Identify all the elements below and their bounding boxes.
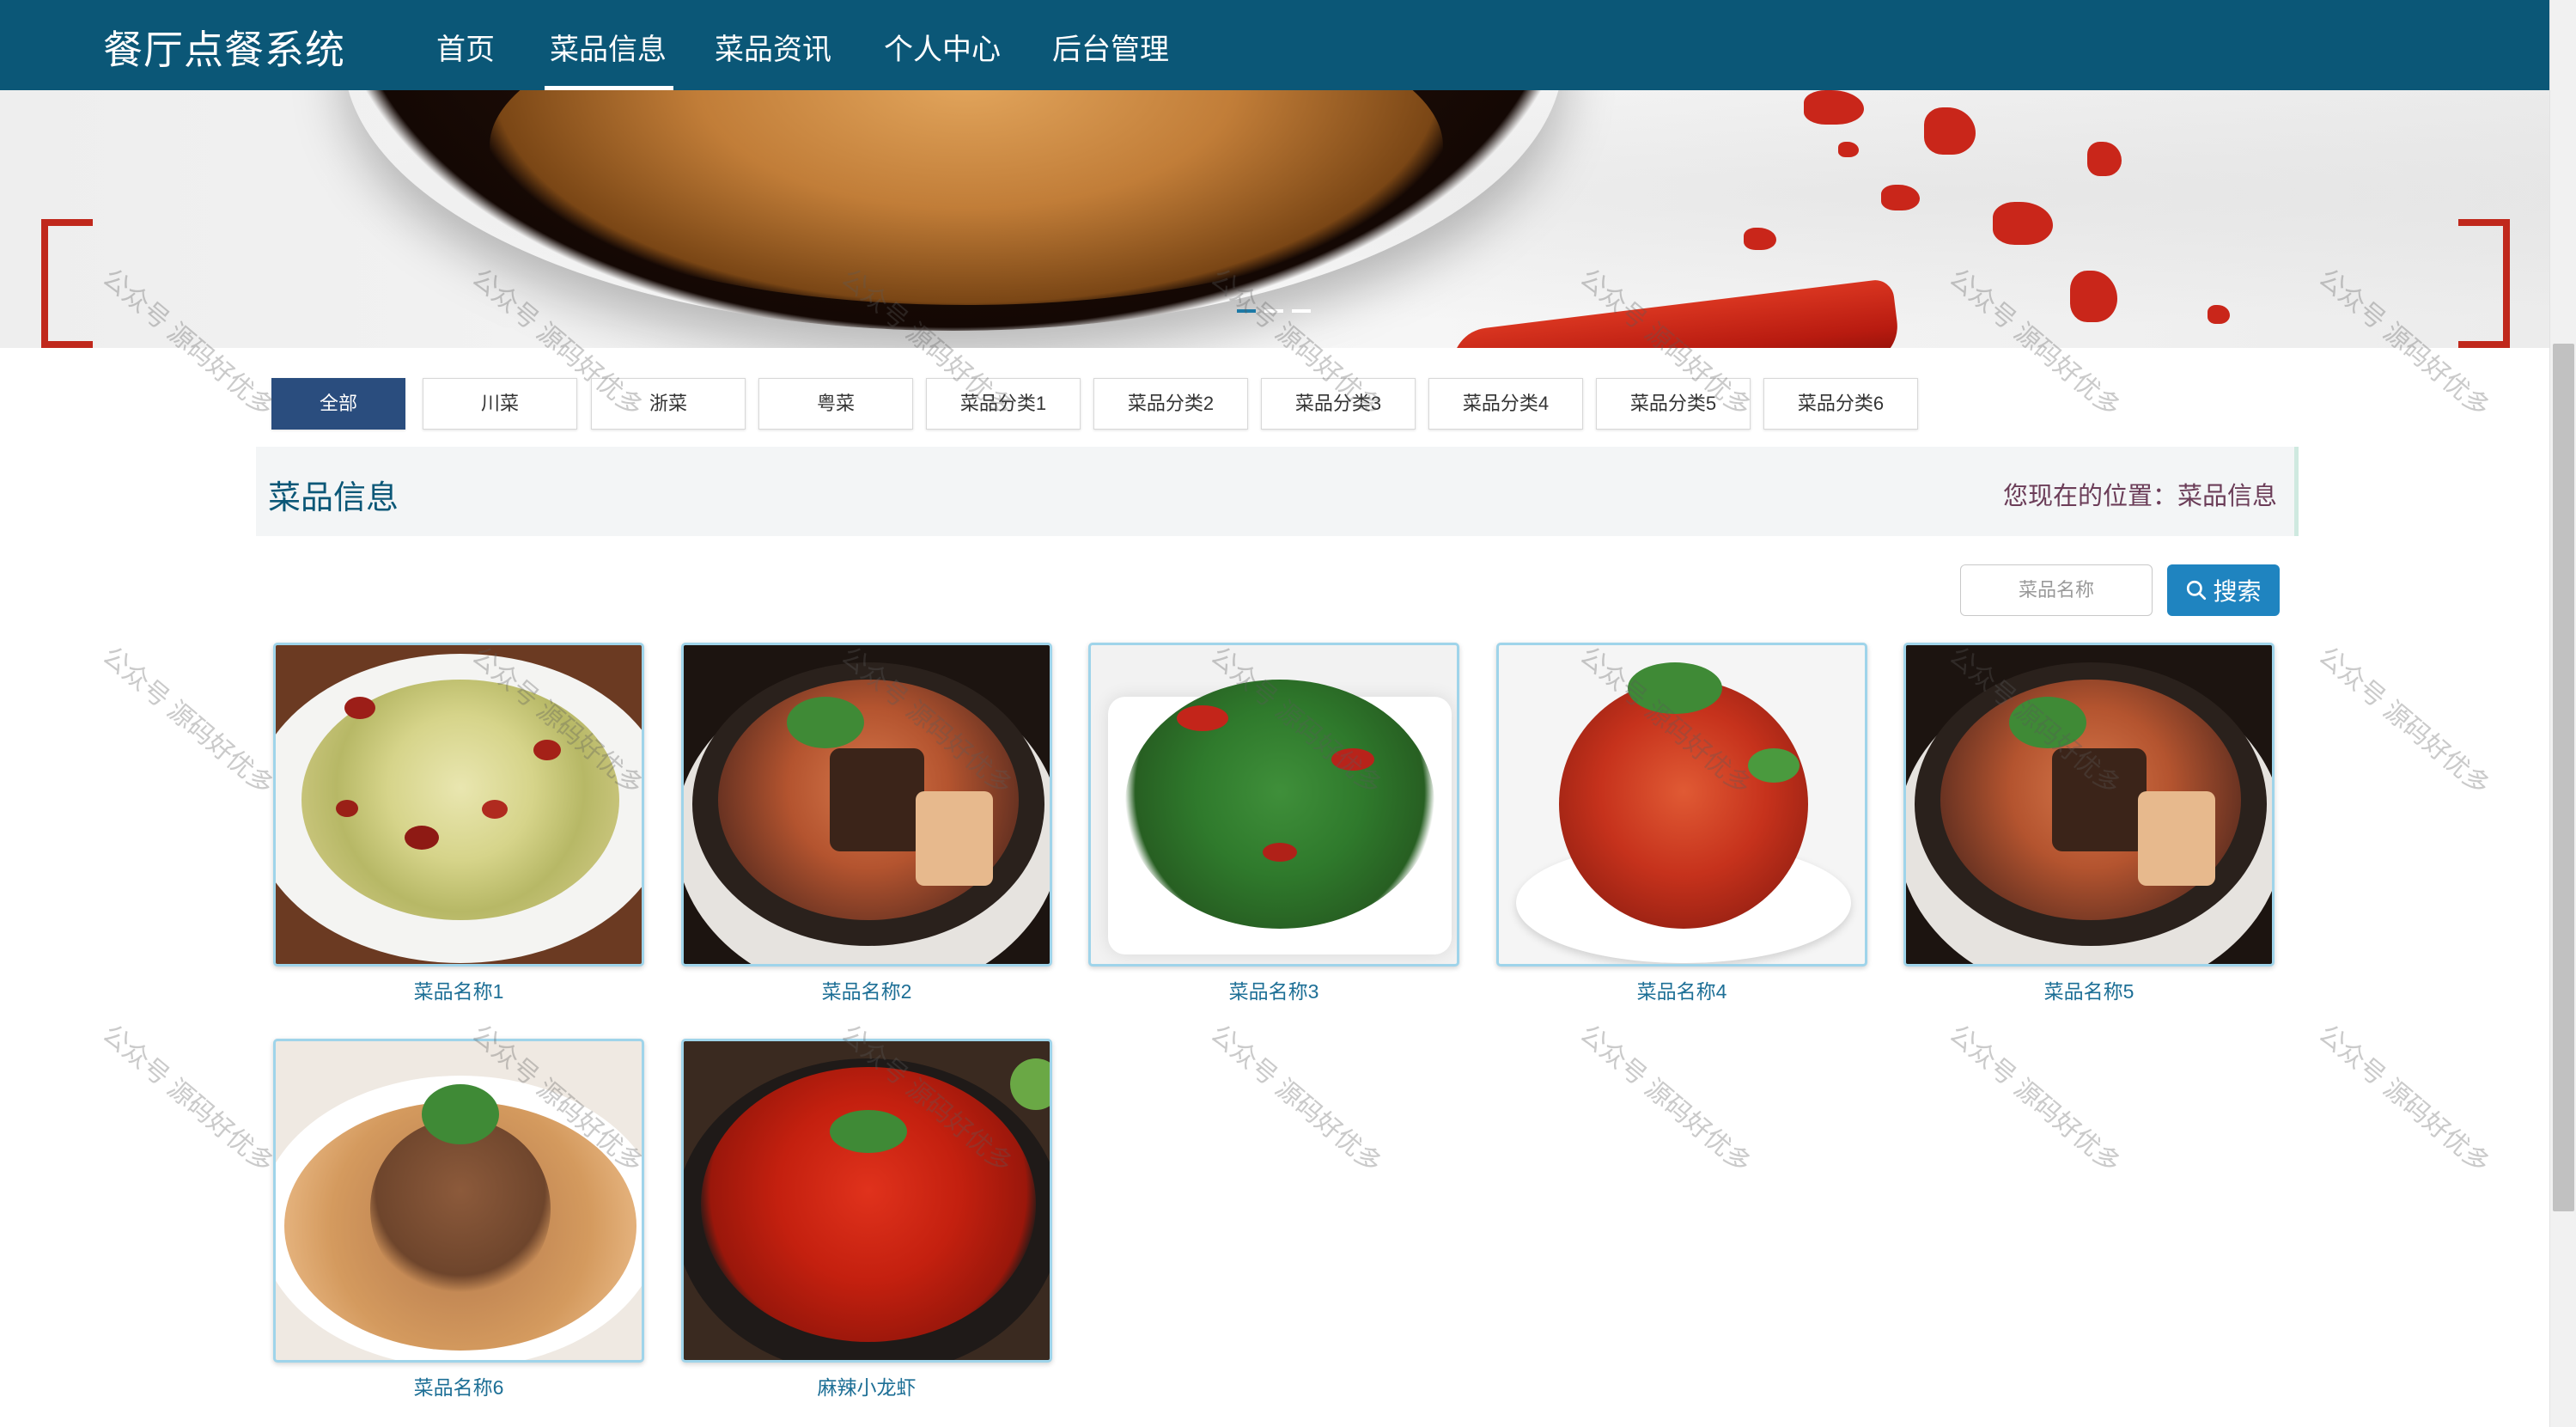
product-name[interactable]: 菜品名称2 <box>681 975 1052 1004</box>
product-image[interactable] <box>273 1039 644 1363</box>
chili-flake <box>2070 271 2117 322</box>
search-input[interactable] <box>1960 564 2153 616</box>
product-image[interactable] <box>1088 643 1459 967</box>
chili-flake <box>1838 142 1859 157</box>
chili-flake <box>2208 305 2230 324</box>
product-image[interactable] <box>1496 643 1867 967</box>
product-image[interactable] <box>1903 643 2275 967</box>
search-button-label: 搜索 <box>2213 578 2262 605</box>
chili-flake <box>1804 90 1864 125</box>
breadcrumb-current[interactable]: 菜品信息 <box>2177 483 2277 510</box>
chili-flake <box>1881 185 1920 210</box>
carousel-indicators <box>1237 309 1311 313</box>
search-button[interactable]: 搜索 <box>2167 564 2280 616</box>
product-card[interactable]: 菜品名称2 <box>681 643 1052 1004</box>
watermark-text: 公众号 源码好优多 <box>1205 1019 1387 1179</box>
category-5[interactable]: 菜品分类5 <box>1596 378 1751 430</box>
product-image[interactable] <box>681 643 1052 967</box>
nav-personal-center[interactable]: 个人中心 <box>884 26 1001 68</box>
section-header: 菜品信息 您现在的位置：菜品信息 <box>256 447 2299 536</box>
carousel-dot-3[interactable] <box>1292 309 1311 313</box>
watermark-text: 公众号 源码好优多 <box>97 641 279 801</box>
product-name[interactable]: 菜品名称4 <box>1496 975 1867 1004</box>
product-name[interactable]: 菜品名称5 <box>1903 975 2275 1004</box>
breadcrumb: 您现在的位置：菜品信息 <box>2003 476 2277 512</box>
category-3[interactable]: 菜品分类3 <box>1261 378 1416 430</box>
site-brand[interactable]: 餐厅点餐系统 <box>103 19 345 76</box>
category-cantonese[interactable]: 粤菜 <box>758 378 913 430</box>
nav-home[interactable]: 首页 <box>436 26 495 68</box>
nav-dish-info[interactable]: 菜品信息 <box>545 26 673 90</box>
watermark-text: 公众号 源码好优多 <box>1944 1019 2126 1179</box>
category-6[interactable]: 菜品分类6 <box>1763 378 1918 430</box>
watermark-text: 公众号 源码好优多 <box>97 1019 279 1179</box>
category-1[interactable]: 菜品分类1 <box>926 378 1081 430</box>
hero-banner[interactable] <box>0 90 2549 348</box>
category-zhejiang[interactable]: 浙菜 <box>591 378 746 430</box>
product-name[interactable]: 麻辣小龙虾 <box>681 1371 1052 1400</box>
chili-flake <box>2087 142 2122 176</box>
product-card[interactable]: 菜品名称3 <box>1088 643 1459 1004</box>
category-4[interactable]: 菜品分类4 <box>1428 378 1583 430</box>
product-name[interactable]: 菜品名称6 <box>273 1371 644 1400</box>
product-image[interactable] <box>681 1039 1052 1363</box>
banner-frame-left <box>41 219 93 348</box>
section-title: 菜品信息 <box>268 480 399 516</box>
watermark-text: 公众号 源码好优多 <box>2313 1019 2495 1179</box>
watermark-text: 公众号 源码好优多 <box>1574 1019 1757 1179</box>
top-navbar: 餐厅点餐系统 首页 菜品信息 菜品资讯 个人中心 后台管理 <box>0 0 2549 90</box>
category-sichuan[interactable]: 川菜 <box>423 378 577 430</box>
breadcrumb-prefix: 您现在的位置： <box>2002 483 2177 510</box>
chili-flake <box>1924 107 1976 155</box>
product-name[interactable]: 菜品名称1 <box>273 975 644 1004</box>
product-image[interactable] <box>273 643 644 967</box>
banner-chili-pepper <box>1448 277 1902 348</box>
page: 餐厅点餐系统 首页 菜品信息 菜品资讯 个人中心 后台管理 全部 川菜 浙菜 粤… <box>0 0 2576 1427</box>
scrollbar-thumb[interactable] <box>2553 344 2574 1211</box>
chili-flake <box>1993 202 2053 245</box>
product-card[interactable]: 麻辣小龙虾 <box>681 1039 1052 1400</box>
nav-admin[interactable]: 后台管理 <box>1052 26 1169 68</box>
chili-flake <box>1744 228 1776 250</box>
product-card[interactable]: 菜品名称5 <box>1903 643 2275 1004</box>
banner-frame-right <box>2458 219 2510 348</box>
carousel-dot-1[interactable] <box>1237 309 1256 313</box>
product-card[interactable]: 菜品名称4 <box>1496 643 1867 1004</box>
category-2[interactable]: 菜品分类2 <box>1093 378 1248 430</box>
product-name[interactable]: 菜品名称3 <box>1088 975 1459 1004</box>
product-card[interactable]: 菜品名称1 <box>273 643 644 1004</box>
search-icon <box>2187 580 2207 601</box>
carousel-dot-2[interactable] <box>1264 309 1283 313</box>
page-scrollbar[interactable] <box>2549 0 2576 1427</box>
nav-dish-news[interactable]: 菜品资讯 <box>715 26 831 68</box>
watermark-text: 公众号 源码好优多 <box>2313 641 2495 801</box>
category-all[interactable]: 全部 <box>271 378 405 430</box>
product-card[interactable]: 菜品名称6 <box>273 1039 644 1400</box>
